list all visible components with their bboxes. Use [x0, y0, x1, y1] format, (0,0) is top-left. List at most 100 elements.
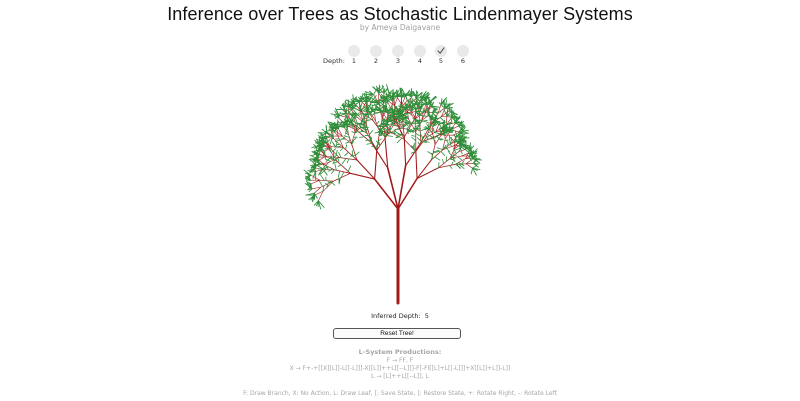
tree-leaf	[320, 174, 325, 181]
tree-branch	[318, 190, 324, 202]
depth-radio-4[interactable]	[414, 45, 426, 57]
tree-leaf	[449, 165, 453, 169]
tree-branch	[465, 158, 474, 165]
tree-leaf	[335, 145, 343, 148]
depth-radio-2[interactable]	[370, 45, 382, 57]
depth-option-label: 5	[438, 57, 444, 65]
tree-leaf	[405, 96, 408, 102]
productions-title: L-System Productions:	[358, 348, 442, 356]
tree-canvas	[303, 84, 483, 305]
tree-leaf	[461, 160, 465, 165]
depth-option-label: 4	[417, 57, 423, 65]
tree-leaf	[355, 151, 360, 156]
depth-option-3[interactable]: 3	[391, 45, 405, 69]
tree-leaf	[350, 137, 357, 143]
tree-leaf	[358, 136, 365, 138]
tree-leaf	[347, 165, 352, 172]
depth-label: Depth:	[323, 57, 345, 65]
tree-branch	[374, 149, 378, 180]
depth-radio-1[interactable]	[348, 45, 360, 57]
symbol-legend: F: Draw Branch, X: No Action, L: Draw Le…	[243, 390, 557, 397]
depth-option-5[interactable]: 5	[434, 45, 448, 69]
depth-option-label: 6	[460, 57, 466, 65]
depth-option-6[interactable]: 6	[456, 45, 470, 69]
production-rule-x: X → F+-+[[X][L]]-L[[-L]]]-X[[L]]++L[[--L…	[289, 365, 511, 372]
tree-leaf	[318, 180, 323, 187]
tree-leaf	[452, 151, 455, 159]
tree-leaf	[446, 143, 448, 149]
tree-leaf	[436, 147, 444, 151]
tree-leaf	[339, 147, 344, 152]
depth-option-label: 2	[373, 57, 379, 65]
production-rule-f: F → FF, F	[386, 357, 414, 364]
tree-leaf	[332, 150, 335, 156]
depth-option-2[interactable]: 2	[369, 45, 383, 69]
tree-leaf	[411, 121, 418, 123]
tree-branch	[465, 163, 473, 169]
tree-branch	[349, 172, 376, 180]
inferred-depth-value: 5	[424, 312, 429, 320]
depth-radio-5[interactable]	[435, 45, 447, 57]
tree-leaf	[398, 114, 401, 120]
tree-leaf	[370, 111, 377, 117]
tree-leaf	[446, 139, 450, 146]
tree-leaf	[337, 164, 342, 167]
tree-leaf	[345, 126, 350, 128]
reset-tree-button[interactable]: Reset Tree!	[333, 328, 461, 339]
tree-leaf	[348, 137, 351, 143]
inferred-depth: Inferred Depth: 5	[0, 312, 800, 320]
depth-option-4[interactable]: 4	[413, 45, 427, 69]
page: Inference over Trees as Stochastic Linde…	[0, 0, 800, 401]
depth-option-label: 3	[395, 57, 401, 65]
tree-branch	[332, 172, 351, 182]
depth-radio-6[interactable]	[457, 45, 469, 57]
tree-leaf	[432, 111, 442, 113]
tree-leaf	[434, 156, 441, 161]
tree-leaf	[470, 167, 474, 175]
tree-branch	[403, 136, 407, 167]
tree-branch	[416, 167, 440, 179]
tree-leaf	[457, 156, 462, 161]
checkmark-icon	[437, 47, 445, 54]
tree-leaf	[376, 120, 380, 125]
tree-leaf	[324, 150, 326, 159]
tree-leaf	[331, 169, 335, 174]
tree-leaf	[359, 105, 361, 112]
tree-branch	[415, 150, 418, 179]
tree-leaf	[440, 150, 446, 156]
tree-leaf	[337, 157, 340, 162]
tree-leaf	[323, 135, 334, 138]
tree-leaf	[337, 170, 341, 178]
tree-leaf	[446, 148, 451, 152]
tree-leaf	[341, 158, 347, 165]
tree-leaf	[432, 127, 435, 133]
tree-leaf	[332, 141, 336, 148]
production-rule-l: L → [L]++L[[--L]], L	[371, 373, 429, 380]
tree-leaf	[419, 114, 427, 117]
tree-leaf	[345, 141, 350, 144]
tree-leaf	[411, 135, 417, 137]
tree-branch	[432, 133, 436, 145]
tree-leaf	[331, 182, 335, 186]
tree-leaf	[361, 113, 368, 115]
tree-leaf	[368, 129, 374, 135]
tree-leaf	[472, 165, 477, 169]
tree-branch	[356, 159, 376, 180]
tree-leaf	[350, 155, 356, 157]
tree-leaf	[386, 135, 394, 137]
tree-leaf	[411, 136, 417, 142]
tree-leaf	[334, 163, 337, 171]
depth-radio-3[interactable]	[392, 45, 404, 57]
tree-leaf	[345, 144, 348, 151]
author-byline: by Ameya Daigavane	[359, 23, 441, 32]
tree-leaf	[346, 158, 350, 164]
tree-leaf	[442, 159, 444, 165]
tree-leaf	[351, 131, 356, 134]
tree-leaf	[396, 137, 403, 144]
tree-leaf	[344, 151, 349, 157]
tree-leaf	[335, 149, 338, 155]
page-title: Inference over Trees as Stochastic Linde…	[167, 4, 633, 24]
depth-option-label: 1	[351, 57, 357, 65]
tree-branch	[416, 159, 433, 179]
depth-option-1[interactable]: 1	[347, 45, 361, 69]
